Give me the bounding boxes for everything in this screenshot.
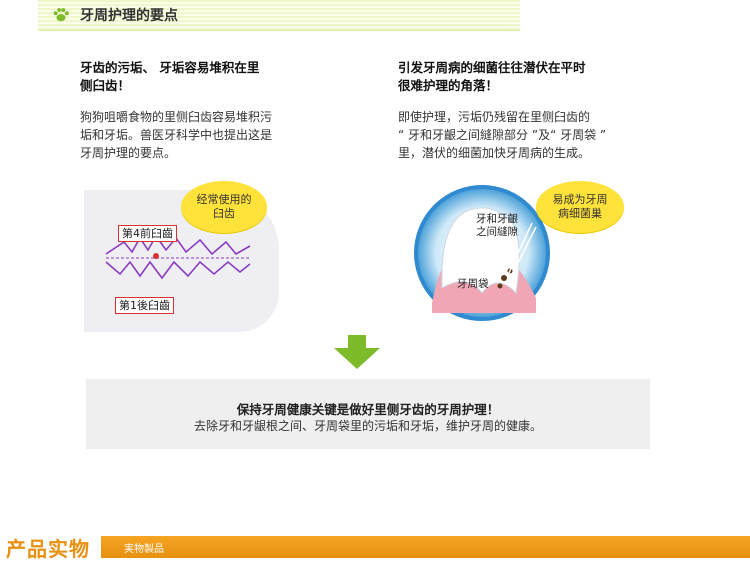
product-section-title: 产品实物 <box>6 537 90 561</box>
left-body-line2: 垢和牙垢。兽医牙科学中也提出这是 <box>80 128 273 142</box>
left-bubble-line1: 经常使用的 <box>196 193 252 206</box>
section-title: 牙周护理的要点 <box>80 8 178 24</box>
tooth-cross-section-illustration <box>414 185 550 321</box>
paw-icon <box>53 8 69 22</box>
right-callout-bubble: 易成为牙周 病细菌巢 <box>536 181 624 233</box>
label-4th-premolar: 第4前臼齒 <box>118 225 177 242</box>
label-gap-line1: 牙和牙齦 <box>476 213 518 225</box>
label-tooth-gum-gap: 牙和牙齦 之间縫隙 <box>476 213 518 239</box>
label-periodontal-pocket: 牙周袋 <box>457 278 489 290</box>
right-bubble-line2: 病细菌巢 <box>558 207 602 220</box>
left-body-line3: 牙周护理的要点。 <box>80 146 177 160</box>
right-body-line1: 即使护理，污垢仍残留在里侧臼齿的 <box>398 110 591 124</box>
label-gap-line2: 之间縫隙 <box>476 226 518 238</box>
left-bubble-line2: 臼齿 <box>213 207 235 220</box>
left-body-line1: 狗狗咀嚼食物的里侧臼齿容易堆积污 <box>80 110 273 124</box>
right-bubble-line1: 易成为牙周 <box>552 193 608 206</box>
right-heading: 引发牙周病的细菌往往潜伏在平时 很难护理的角落！ <box>398 59 586 95</box>
down-arrow-icon <box>334 335 380 369</box>
left-body: 狗狗咀嚼食物的里侧臼齿容易堆积污 垢和牙垢。兽医牙科学中也提出这是 牙周护理的要… <box>80 108 272 162</box>
right-body-line2: “ 牙和牙齦之间縫隙部分 ”及“ 牙周袋 ” <box>398 128 607 142</box>
left-heading-line1: 牙齿的污垢、 牙垢容易堆积在里 <box>80 60 260 75</box>
summary-title: 保持牙周健康关键是做好里侧牙齿的牙周护理！ <box>236 402 500 417</box>
right-body-line3: 里，潜伏的细菌加快牙周病的生成。 <box>398 146 591 160</box>
summary-subtitle: 去除牙和牙龈根之间、牙周袋里的污垢和牙垢，维护牙周的健康。 <box>193 419 542 433</box>
left-heading: 牙齿的污垢、 牙垢容易堆积在里 侧臼齿！ <box>80 59 259 95</box>
left-callout-bubble: 经常使用的 臼齿 <box>181 181 267 233</box>
label-1st-molar: 第1後臼齒 <box>115 297 174 314</box>
right-heading-line2: 很难护理的角落！ <box>398 78 499 93</box>
right-heading-line1: 引发牙周病的细菌往往潜伏在平时 <box>398 60 586 75</box>
product-section-bar <box>101 536 750 558</box>
product-section-subtitle: 実物製品 <box>124 544 164 555</box>
right-body: 即使护理，污垢仍残留在里侧臼齿的 “ 牙和牙齦之间縫隙部分 ”及“ 牙周袋 ” … <box>398 108 606 162</box>
left-heading-line2: 侧臼齿！ <box>80 78 131 93</box>
